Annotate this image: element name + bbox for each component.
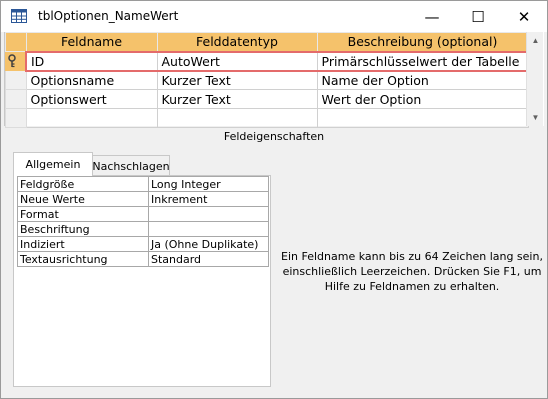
- column-header-beschreibung[interactable]: Beschreibung (optional): [316, 32, 529, 52]
- primary-key-icon: [8, 54, 16, 68]
- table-row[interactable]: [5, 108, 529, 128]
- scroll-up-arrow-icon[interactable]: ▲: [527, 32, 544, 49]
- property-name: Neue Werte: [17, 191, 149, 207]
- grid-header-row: Feldname Felddatentyp Beschreibung (opti…: [5, 32, 529, 52]
- column-header-felddatentyp[interactable]: Felddatentyp: [156, 32, 318, 52]
- data-type-cell[interactable]: Kurzer Text: [156, 70, 318, 90]
- property-name: Feldgröße: [17, 176, 149, 192]
- row-selector[interactable]: [5, 108, 27, 128]
- row-selector[interactable]: [5, 70, 27, 90]
- column-header-feldname[interactable]: Feldname: [25, 32, 158, 52]
- property-row[interactable]: Feldgröße Long Integer: [17, 176, 269, 192]
- property-value[interactable]: Inkrement: [148, 191, 269, 207]
- tab-nachschlagen[interactable]: Nachschlagen: [92, 155, 170, 176]
- property-row[interactable]: Neue Werte Inkrement: [17, 191, 269, 207]
- description-cell[interactable]: Name der Option: [316, 70, 529, 90]
- maximize-button[interactable]: ☐: [455, 1, 501, 32]
- property-name: Format: [17, 206, 149, 222]
- table-row[interactable]: ID AutoWert Primärschlüsselwert der Tabe…: [5, 50, 529, 72]
- property-value[interactable]: [148, 221, 269, 237]
- table-design-window: tblOptionen_NameWert — ☐ ✕ Feldname Feld…: [0, 0, 548, 399]
- description-cell[interactable]: Wert der Option: [316, 89, 529, 109]
- property-value[interactable]: Standard: [148, 251, 269, 267]
- description-cell[interactable]: [316, 108, 529, 128]
- data-type-cell[interactable]: AutoWert: [156, 50, 318, 72]
- property-name: Textausrichtung: [17, 251, 149, 267]
- field-design-grid: Feldname Felddatentyp Beschreibung (opti…: [4, 32, 544, 128]
- property-value[interactable]: Long Integer: [148, 176, 269, 192]
- field-name-cell[interactable]: [25, 108, 158, 128]
- field-name-cell[interactable]: Optionswert: [25, 89, 158, 109]
- field-properties-panel: Feldgröße Long Integer Neue Werte Inkrem…: [13, 175, 271, 387]
- tab-allgemein[interactable]: Allgemein: [13, 152, 93, 176]
- property-name: Indiziert: [17, 236, 149, 252]
- table-row[interactable]: Optionsname Kurzer Text Name der Option: [5, 70, 529, 90]
- data-type-cell[interactable]: [156, 108, 318, 128]
- property-row[interactable]: Indiziert Ja (Ohne Duplikate): [17, 236, 269, 252]
- help-text: Ein Feldname kann bis zu 64 Zeichen lang…: [281, 250, 543, 293]
- vertical-scrollbar[interactable]: ▲ ▼: [526, 32, 543, 126]
- table-row[interactable]: Optionswert Kurzer Text Wert der Option: [5, 89, 529, 109]
- scroll-down-arrow-icon[interactable]: ▼: [527, 109, 544, 126]
- close-button[interactable]: ✕: [501, 1, 547, 32]
- field-name-cell[interactable]: Optionsname: [25, 70, 158, 90]
- description-cell[interactable]: Primärschlüsselwert der Tabelle: [316, 50, 529, 72]
- field-name-cell[interactable]: ID: [25, 50, 158, 72]
- data-type-cell[interactable]: Kurzer Text: [156, 89, 318, 109]
- property-row[interactable]: Format: [17, 206, 269, 222]
- row-selector[interactable]: [5, 89, 27, 109]
- property-row[interactable]: Textausrichtung Standard: [17, 251, 269, 267]
- title-bar[interactable]: tblOptionen_NameWert — ☐ ✕: [1, 1, 547, 32]
- header-selector-corner[interactable]: [5, 32, 27, 52]
- field-properties-label: Feldeigenschaften: [223, 130, 325, 143]
- minimize-button[interactable]: —: [409, 1, 455, 32]
- row-selector[interactable]: [5, 51, 27, 71]
- property-name: Beschriftung: [17, 221, 149, 237]
- property-value[interactable]: [148, 206, 269, 222]
- window-title: tblOptionen_NameWert: [38, 9, 179, 23]
- property-row[interactable]: Beschriftung: [17, 221, 269, 237]
- table-icon: [11, 9, 27, 23]
- property-value[interactable]: Ja (Ohne Duplikate): [148, 236, 269, 252]
